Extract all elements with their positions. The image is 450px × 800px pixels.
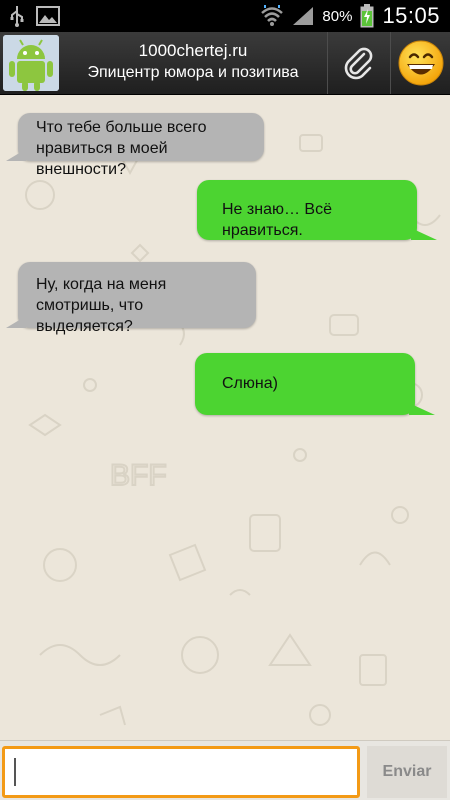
message-outgoing[interactable]: Не знаю… Всё нравиться.	[197, 180, 437, 240]
compose-bar: Enviar	[0, 740, 450, 800]
status-bar: 80% 15:05	[0, 0, 450, 32]
header-title-block[interactable]: 1000chertej.ru Эпицентр юмора и позитива	[70, 40, 316, 84]
android-robot-icon	[3, 35, 59, 91]
battery-percent: 80%	[322, 7, 353, 25]
text-caret	[14, 758, 16, 786]
paperclip-icon	[344, 47, 373, 80]
gallery-icon	[36, 6, 60, 26]
contact-status: Эпицентр юмора и позитива	[87, 64, 299, 81]
status-time: 15:05	[382, 3, 440, 28]
smiley-emoji-icon	[398, 40, 444, 86]
message-outgoing[interactable]: Слюна)	[195, 353, 435, 415]
message-text: Ну, когда на меня смотришь, что выделяет…	[36, 276, 167, 335]
bubble-tail	[6, 149, 26, 161]
battery-charging-icon	[360, 4, 374, 28]
message-incoming[interactable]: Что тебе больше всего нравиться в моей в…	[6, 113, 264, 178]
chat-area[interactable]: BFF Что тебе больше всего нравиться в мо…	[0, 95, 450, 740]
contact-avatar[interactable]	[3, 35, 59, 91]
signal-icon	[293, 7, 314, 25]
bubble-tail	[411, 228, 437, 240]
bubble-tail	[6, 316, 26, 328]
bubble-tail	[409, 403, 435, 415]
wifi-icon	[261, 5, 284, 26]
emoji-button[interactable]	[390, 32, 450, 94]
send-button[interactable]: Enviar	[367, 746, 447, 798]
message-text: Что тебе больше всего нравиться в моей в…	[36, 119, 207, 178]
message-input[interactable]	[2, 746, 360, 798]
message-text: Слюна)	[222, 375, 278, 392]
message-text: Не знаю… Всё нравиться.	[222, 201, 332, 239]
attach-button[interactable]	[327, 32, 390, 94]
contact-name: 1000chertej.ru	[138, 41, 248, 60]
usb-icon	[10, 6, 24, 27]
svg-text:BFF: BFF	[110, 459, 167, 492]
chat-header: 1000chertej.ru Эпицентр юмора и позитива	[0, 32, 450, 95]
message-incoming[interactable]: Ну, когда на меня смотришь, что выделяет…	[6, 262, 256, 335]
